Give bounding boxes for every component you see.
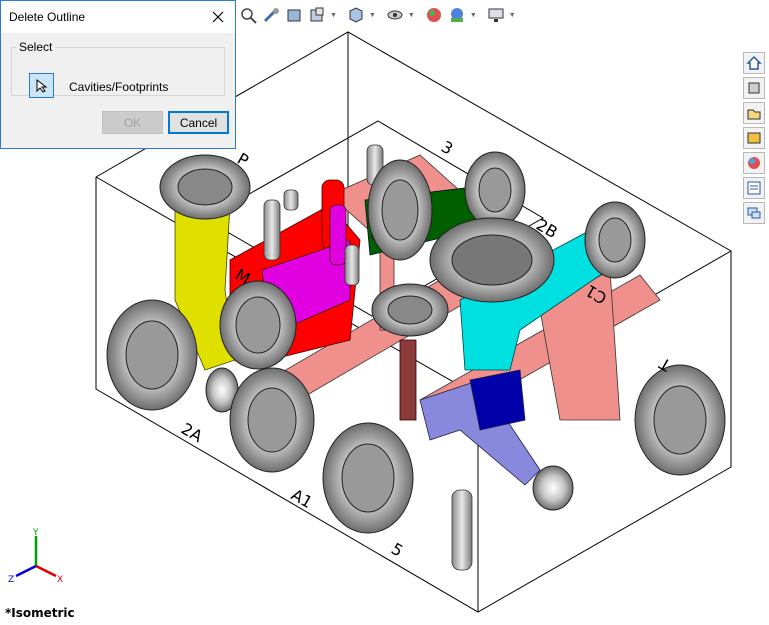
port-top-3: [367, 159, 433, 261]
view-orientation-icon[interactable]: [346, 5, 366, 25]
task-pane-tabs: [743, 52, 767, 227]
zoom-fit-icon[interactable]: [238, 5, 258, 25]
select-group: Select Cavities/Footprints: [11, 40, 225, 98]
port-label-a1: A1: [288, 485, 316, 512]
ok-button[interactable]: OK: [102, 111, 163, 134]
file-explorer-icon[interactable]: [743, 102, 765, 124]
cancel-button[interactable]: Cancel: [168, 111, 229, 134]
chevron-down-icon[interactable]: ▼: [509, 12, 516, 19]
port-m: [219, 280, 297, 370]
port-label-3: 3: [438, 137, 456, 159]
reference-triad: Y X Z: [8, 528, 63, 585]
dialog-titlebar[interactable]: Delete Outline: [1, 1, 235, 33]
port-center: [371, 283, 449, 337]
design-library-icon[interactable]: [743, 127, 765, 149]
port-top-right: [464, 151, 526, 229]
triad-z-label: Z: [8, 575, 14, 585]
port-5: [322, 422, 414, 534]
display-style-icon[interactable]: [385, 5, 405, 25]
chevron-down-icon[interactable]: ▼: [369, 12, 376, 19]
brown-passage: [399, 339, 417, 421]
delete-outline-dialog: Delete Outline Select Cavities/Footprint…: [0, 0, 236, 149]
port-2a: [106, 299, 198, 411]
home-icon[interactable]: [743, 52, 765, 74]
properties-icon[interactable]: [743, 177, 765, 199]
chevron-down-icon[interactable]: ▼: [470, 12, 477, 19]
selection-item[interactable]: Cavities/Footprints: [69, 80, 168, 94]
select-cursor-button[interactable]: [29, 73, 54, 98]
triad-y-label: Y: [32, 528, 39, 538]
edit-appearance-icon[interactable]: [424, 5, 444, 25]
port-a1: [229, 367, 315, 473]
chevron-down-icon[interactable]: ▼: [330, 12, 337, 19]
triad-x-label: X: [57, 575, 63, 585]
port-t: [634, 364, 726, 476]
close-icon[interactable]: [209, 8, 227, 26]
port-small-right: [532, 465, 574, 511]
port-label-5: 5: [388, 539, 406, 561]
port-c1: [584, 201, 646, 279]
dialog-title: Delete Outline: [9, 10, 86, 24]
forum-icon[interactable]: [743, 202, 765, 224]
lavender-passage: [419, 369, 541, 486]
chevron-down-icon[interactable]: ▼: [408, 12, 415, 19]
previous-view-icon[interactable]: [284, 5, 304, 25]
appearances-icon[interactable]: [743, 152, 765, 174]
select-group-label: Select: [19, 40, 53, 54]
view-settings-icon[interactable]: [486, 5, 506, 25]
heads-up-view-toolbar: ▼ ▼ ▼ ▼ ▼: [238, 2, 522, 28]
cursor-arrow-icon: [36, 78, 47, 93]
view-orientation-label: *Isometric: [5, 606, 75, 620]
apply-scene-icon[interactable]: [447, 5, 467, 25]
resources-icon[interactable]: [743, 77, 765, 99]
section-view-icon[interactable]: [307, 5, 327, 25]
zoom-area-icon[interactable]: [261, 5, 281, 25]
port-label-2a: 2A: [178, 419, 206, 446]
